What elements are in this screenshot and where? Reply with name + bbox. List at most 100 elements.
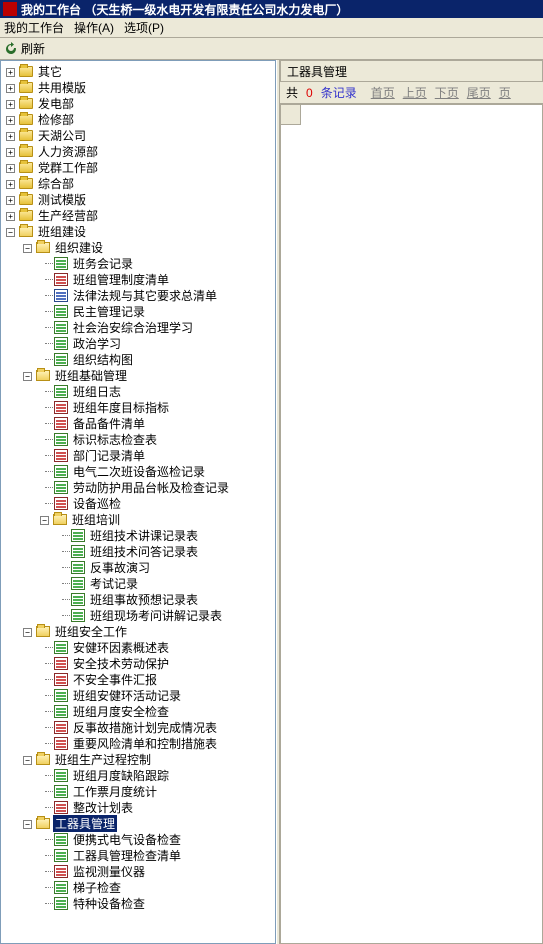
tree-node[interactable]: 整改计划表 bbox=[3, 799, 275, 815]
tree-node-label[interactable]: 检修部 bbox=[36, 111, 76, 128]
tree-node[interactable]: −班组生产过程控制 bbox=[3, 751, 275, 767]
expand-icon[interactable]: + bbox=[6, 180, 15, 189]
tree-node[interactable]: 民主管理记录 bbox=[3, 303, 275, 319]
tree-node-label[interactable]: 共用模版 bbox=[36, 79, 88, 96]
tree-node-label[interactable]: 发电部 bbox=[36, 95, 76, 112]
tree-node-label[interactable]: 安健环因素概述表 bbox=[71, 639, 171, 656]
tree-node-label[interactable]: 生产经营部 bbox=[36, 207, 100, 224]
tree-node[interactable]: 班组技术讲课记录表 bbox=[3, 527, 275, 543]
tree-node-label[interactable]: 班组生产过程控制 bbox=[53, 751, 153, 768]
tree-node[interactable]: 设备巡检 bbox=[3, 495, 275, 511]
tree-node[interactable]: 监视测量仪器 bbox=[3, 863, 275, 879]
tree-node-label[interactable]: 备品备件清单 bbox=[71, 415, 147, 432]
tree-node-label[interactable]: 班组事故预想记录表 bbox=[88, 591, 200, 608]
tree-node[interactable]: 工作票月度统计 bbox=[3, 783, 275, 799]
tree-node[interactable]: + 党群工作部 bbox=[3, 159, 275, 175]
tree-node[interactable]: 特种设备检查 bbox=[3, 895, 275, 911]
nav-page[interactable]: 页 bbox=[499, 84, 511, 101]
menu-workbench[interactable]: 我的工作台 bbox=[4, 19, 64, 36]
tree-node-label[interactable]: 班组现场考问讲解记录表 bbox=[88, 607, 224, 624]
tree-node[interactable]: 重要风险清单和控制措施表 bbox=[3, 735, 275, 751]
tree-node-label[interactable]: 综合部 bbox=[36, 175, 76, 192]
expand-icon[interactable]: + bbox=[6, 84, 15, 93]
tree-node[interactable]: 班组日志 bbox=[3, 383, 275, 399]
tree-node-label[interactable]: 班组基础管理 bbox=[53, 367, 129, 384]
tree-node-label[interactable]: 部门记录清单 bbox=[71, 447, 147, 464]
tree-node[interactable]: + 共用模版 bbox=[3, 79, 275, 95]
tree-node-label[interactable]: 反事故措施计划完成情况表 bbox=[71, 719, 219, 736]
tree-node[interactable]: 反事故演习 bbox=[3, 559, 275, 575]
tree-node[interactable]: + 人力资源部 bbox=[3, 143, 275, 159]
tree-node-label[interactable]: 班组日志 bbox=[71, 383, 123, 400]
nav-last[interactable]: 尾页 bbox=[467, 84, 491, 101]
tree-node-label[interactable]: 天湖公司 bbox=[36, 127, 88, 144]
tree-node-label[interactable]: 人力资源部 bbox=[36, 143, 100, 160]
tree-node-label[interactable]: 重要风险清单和控制措施表 bbox=[71, 735, 219, 752]
tree-node-label[interactable]: 整改计划表 bbox=[71, 799, 135, 816]
tree-node[interactable]: 班组技术问答记录表 bbox=[3, 543, 275, 559]
collapse-icon[interactable]: − bbox=[40, 516, 49, 525]
tree-node-label[interactable]: 党群工作部 bbox=[36, 159, 100, 176]
tree-node-label[interactable]: 电气二次班设备巡检记录 bbox=[71, 463, 207, 480]
tree-node-label[interactable]: 班组安全工作 bbox=[53, 623, 129, 640]
tree-node-label[interactable]: 社会治安综合治理学习 bbox=[71, 319, 195, 336]
tree-node-label[interactable]: 监视测量仪器 bbox=[71, 863, 147, 880]
tree-node[interactable]: 班组月度缺陷跟踪 bbox=[3, 767, 275, 783]
tree-node-label[interactable]: 反事故演习 bbox=[88, 559, 152, 576]
tree-node-label[interactable]: 便携式电气设备检查 bbox=[71, 831, 183, 848]
refresh-button[interactable]: 刷新 bbox=[21, 40, 45, 57]
expand-icon[interactable]: + bbox=[6, 132, 15, 141]
tree-node[interactable]: −组织建设 bbox=[3, 239, 275, 255]
expand-icon[interactable]: + bbox=[6, 164, 15, 173]
tree-node-label[interactable]: 班组月度安全检查 bbox=[71, 703, 171, 720]
collapse-icon[interactable]: − bbox=[23, 628, 32, 637]
menu-operate[interactable]: 操作(A) bbox=[74, 19, 114, 36]
tree-node[interactable]: − 班组安全工作 bbox=[3, 623, 275, 639]
tree-node[interactable]: 社会治安综合治理学习 bbox=[3, 319, 275, 335]
collapse-icon[interactable]: − bbox=[23, 372, 32, 381]
tree-node[interactable]: +检修部 bbox=[3, 111, 275, 127]
tree-node[interactable]: 标识标志检查表 bbox=[3, 431, 275, 447]
tree-node[interactable]: 班组事故预想记录表 bbox=[3, 591, 275, 607]
tree-node[interactable]: 工器具管理检查清单 bbox=[3, 847, 275, 863]
tree-node[interactable]: +发电部 bbox=[3, 95, 275, 111]
tree-node-label[interactable]: 政治学习 bbox=[71, 335, 123, 352]
nav-prev[interactable]: 上页 bbox=[403, 84, 427, 101]
tree-node[interactable]: −工器具管理 bbox=[3, 815, 275, 831]
tree-node[interactable]: 备品备件清单 bbox=[3, 415, 275, 431]
tree-node[interactable]: 劳动防护用品台帐及检查记录 bbox=[3, 479, 275, 495]
collapse-icon[interactable]: − bbox=[23, 244, 32, 253]
expand-icon[interactable]: + bbox=[6, 68, 15, 77]
menu-options[interactable]: 选项(P) bbox=[124, 19, 164, 36]
tree-node[interactable]: 政治学习 bbox=[3, 335, 275, 351]
tree-node-label[interactable]: 组织结构图 bbox=[71, 351, 135, 368]
tree-node[interactable]: 班组安健环活动记录 bbox=[3, 687, 275, 703]
tree-node-label[interactable]: 工作票月度统计 bbox=[71, 783, 159, 800]
tree-node-label[interactable]: 班务会记录 bbox=[71, 255, 135, 272]
tree-node-label[interactable]: 班组培训 bbox=[70, 511, 122, 528]
tree-node-label[interactable]: 测试模版 bbox=[36, 191, 88, 208]
tree-node[interactable]: +测试模版 bbox=[3, 191, 275, 207]
tree-node[interactable]: 班务会记录 bbox=[3, 255, 275, 271]
tree-node[interactable]: 便携式电气设备检查 bbox=[3, 831, 275, 847]
tree-node-label[interactable]: 班组技术问答记录表 bbox=[88, 543, 200, 560]
tree-node-label[interactable]: 其它 bbox=[36, 63, 64, 80]
tree-node[interactable]: −班组建设 bbox=[3, 223, 275, 239]
tree-node-label[interactable]: 安全技术劳动保护 bbox=[71, 655, 171, 672]
tree-node-label[interactable]: 民主管理记录 bbox=[71, 303, 147, 320]
tree-node[interactable]: 安全技术劳动保护 bbox=[3, 655, 275, 671]
tree-node-label[interactable]: 法律法规与其它要求总清单 bbox=[71, 287, 219, 304]
expand-icon[interactable]: + bbox=[6, 148, 15, 157]
tree-node[interactable]: 班组管理制度清单 bbox=[3, 271, 275, 287]
tree-node[interactable]: 组织结构图 bbox=[3, 351, 275, 367]
tree-node-label[interactable]: 设备巡检 bbox=[71, 495, 123, 512]
collapse-icon[interactable]: − bbox=[6, 228, 15, 237]
tree-node-label[interactable]: 标识标志检查表 bbox=[71, 431, 159, 448]
tree-node[interactable]: 不安全事件汇报 bbox=[3, 671, 275, 687]
tree-node-label[interactable]: 班组安健环活动记录 bbox=[71, 687, 183, 704]
tree-node-label[interactable]: 梯子检查 bbox=[71, 879, 123, 896]
tree-node-label[interactable]: 劳动防护用品台帐及检查记录 bbox=[71, 479, 231, 496]
nav-next[interactable]: 下页 bbox=[435, 84, 459, 101]
tree-node[interactable]: + 天湖公司 bbox=[3, 127, 275, 143]
tree-node-label[interactable]: 考试记录 bbox=[88, 575, 140, 592]
